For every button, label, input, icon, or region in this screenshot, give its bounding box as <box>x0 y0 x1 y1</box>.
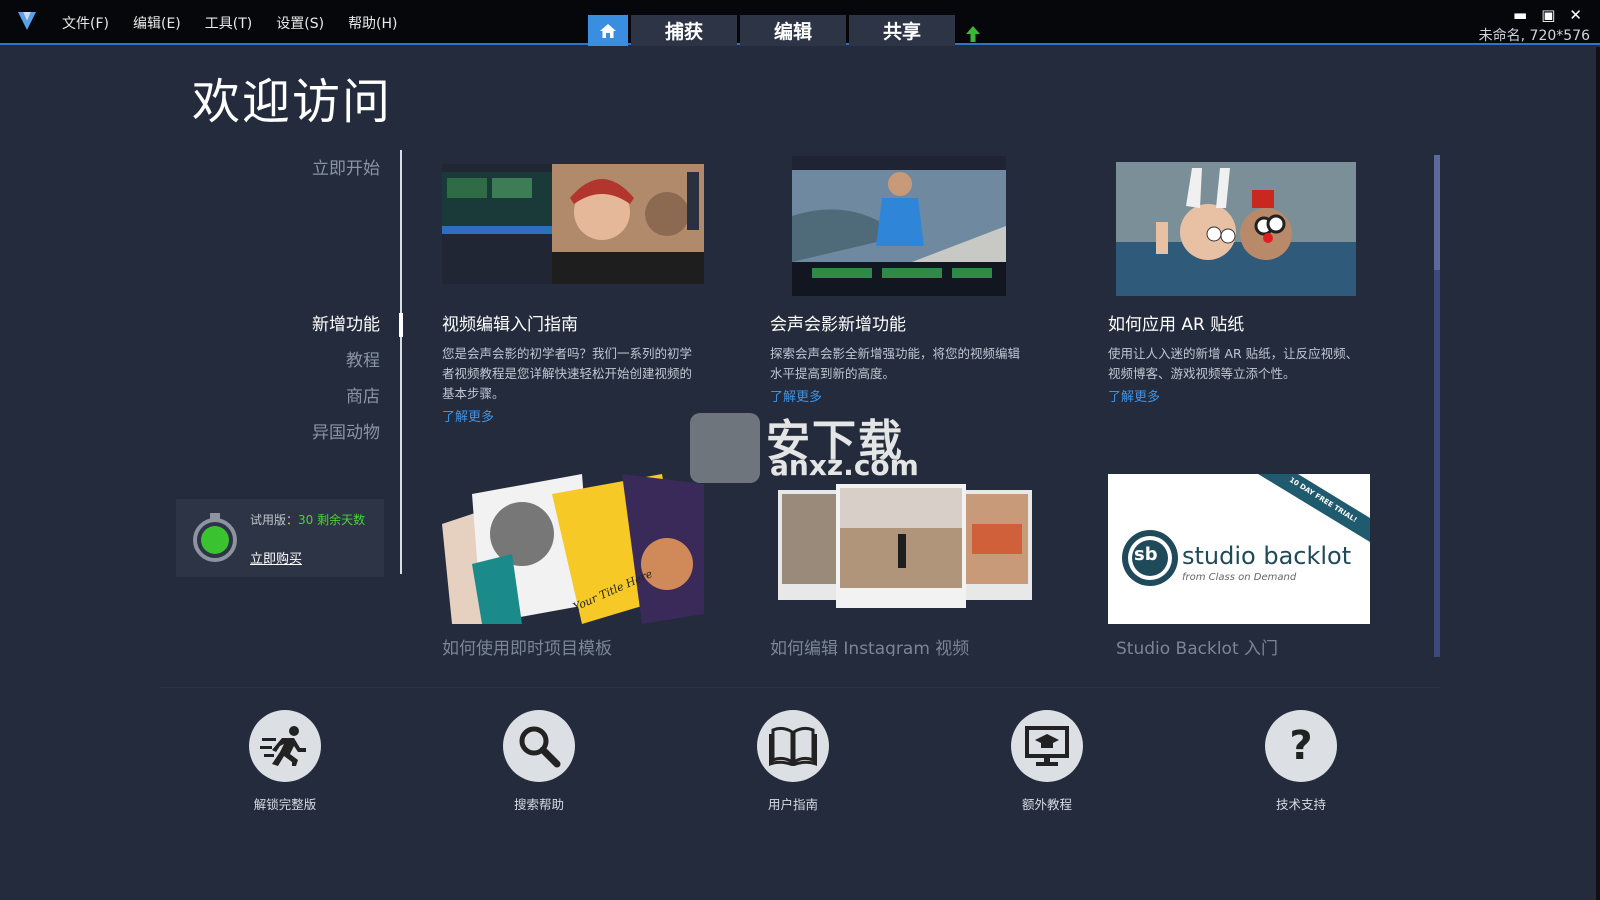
studio-backlot-sub: from Class on Demand <box>1182 572 1297 583</box>
card-description: 探索会声会影全新增强功能，将您的视频编辑水平提高到新的高度。 <box>770 346 1021 381</box>
menu-help[interactable]: 帮助(H) <box>348 13 397 33</box>
card-thumbnail[interactable] <box>1116 162 1356 296</box>
menu-tools[interactable]: 工具(T) <box>205 13 252 33</box>
tab-share[interactable]: 共享 <box>849 15 955 46</box>
tab-edit[interactable]: 编辑 <box>740 15 846 46</box>
card-description: 使用让人入迷的新增 AR 贴纸，让反应视频、视频博客、游戏视频等立添个性。 <box>1108 346 1359 381</box>
window-controls: ▬ ▣ ✕ <box>1513 6 1582 24</box>
card-thumbnail[interactable] <box>792 156 1006 296</box>
card-title[interactable]: 视频编辑入门指南 <box>442 310 578 335</box>
nav-item-tutorials[interactable]: 教程 <box>346 346 380 371</box>
learn-more-link[interactable]: 了解更多 <box>770 386 822 405</box>
search-help-button[interactable]: 搜索帮助 <box>479 710 599 813</box>
shortcut-label: 搜索帮助 <box>513 797 564 812</box>
tab-home[interactable] <box>588 15 628 46</box>
nav-item-get-started[interactable]: 立即开始 <box>312 154 380 179</box>
watermark-sub: anxz.com <box>770 449 919 482</box>
thumbnail-image <box>1116 162 1356 296</box>
learn-more-link[interactable]: 了解更多 <box>442 406 494 425</box>
card-title[interactable]: 会声会影新增功能 <box>770 310 906 335</box>
title-bar: 文件(F) 编辑(E) 工具(T) 设置(S) 帮助(H) 捕获 编辑 共享 ▬ <box>0 0 1600 46</box>
running-man-icon <box>249 710 321 782</box>
minimize-icon[interactable]: ▬ <box>1513 6 1527 24</box>
trial-label: 试用版： <box>250 513 299 527</box>
search-icon <box>503 710 575 782</box>
menu-bar: 文件(F) 编辑(E) 工具(T) 设置(S) 帮助(H) <box>62 13 422 33</box>
menu-edit[interactable]: 编辑(E) <box>133 13 181 33</box>
shortcut-label: 技术支持 <box>1275 797 1326 812</box>
content-area: 视频编辑入门指南 您是会声会影的初学者吗？我们一系列的初学者视频教程是您详解快速… <box>442 150 1432 656</box>
buy-now-link[interactable]: 立即购买 <box>250 548 302 567</box>
maximize-icon[interactable]: ▣ <box>1541 6 1555 24</box>
app-logo-icon <box>18 12 36 30</box>
nav-item-exotic-animals[interactable]: 异国动物 <box>312 418 380 443</box>
shortcut-label: 额外教程 <box>1021 797 1072 812</box>
watermark-bag-icon <box>690 413 760 483</box>
arrow-up-icon <box>966 26 980 42</box>
content-scrollbar[interactable] <box>1434 155 1440 657</box>
card-thumbnail[interactable] <box>442 164 704 284</box>
menu-file[interactable]: 文件(F) <box>62 13 109 33</box>
scrollbar-thumb[interactable] <box>1434 155 1440 270</box>
user-guide-button[interactable]: 用户指南 <box>733 710 853 813</box>
card-title[interactable]: Studio Backlot 入门 <box>1116 634 1278 656</box>
card-thumbnail[interactable]: Your Title Here <box>442 474 704 624</box>
tech-support-button[interactable]: ? 技术支持 <box>1241 710 1361 813</box>
thumbnail-image <box>778 484 1032 608</box>
trial-status: 试用版：30 剩余天数 <box>250 513 376 528</box>
project-info: 未命名, 720*576 <box>1478 28 1590 44</box>
upload-button[interactable] <box>958 15 988 46</box>
nav-item-whats-new[interactable]: 新增功能 <box>312 310 380 335</box>
card-thumbnail[interactable]: sb studio backlot from Class on Demand 1… <box>1108 474 1370 624</box>
book-icon <box>757 710 829 782</box>
thumbnail-image <box>792 156 1006 296</box>
card-title[interactable]: 如何应用 AR 贴纸 <box>1108 310 1244 335</box>
stopwatch-icon <box>193 513 237 562</box>
question-icon: ? <box>1265 710 1337 782</box>
workspace-tabs: 捕获 编辑 共享 <box>588 15 988 46</box>
watermark: 安下载 anxz.com <box>690 405 919 485</box>
sb-monogram: sb <box>1134 544 1158 565</box>
tab-capture[interactable]: 捕获 <box>631 15 737 46</box>
nav-item-store[interactable]: 商店 <box>346 382 380 407</box>
learn-more-link[interactable]: 了解更多 <box>1108 386 1160 405</box>
close-icon[interactable]: ✕ <box>1569 6 1582 24</box>
trial-days: 30 剩余天数 <box>298 513 366 527</box>
app-window: 文件(F) 编辑(E) 工具(T) 设置(S) 帮助(H) 捕获 编辑 共享 ▬ <box>0 0 1600 900</box>
home-icon <box>600 23 616 38</box>
trial-panel: 试用版：30 剩余天数 立即购买 <box>176 499 384 577</box>
bottom-shortcuts: 解锁完整版 搜索帮助 用户指南 额外教程 ? 技术支持 <box>0 710 1600 830</box>
thumbnail-image <box>442 164 704 284</box>
shortcut-label: 解锁完整版 <box>253 797 317 812</box>
card-description: 您是会声会影的初学者吗？我们一系列的初学者视频教程是您详解快速轻松开始创建视频的… <box>442 346 693 401</box>
shortcut-label: 用户指南 <box>767 797 818 812</box>
studio-backlot-logo: studio backlot <box>1182 542 1352 570</box>
divider <box>160 687 1440 688</box>
window-edge <box>1596 47 1600 900</box>
page-title: 欢迎访问 <box>192 74 393 130</box>
monitor-graduation-icon <box>1011 710 1083 782</box>
active-indicator <box>399 313 403 337</box>
extra-tutorials-button[interactable]: 额外教程 <box>987 710 1107 813</box>
card-title[interactable]: 如何使用即时项目模板 <box>442 634 612 656</box>
card-thumbnail[interactable] <box>778 484 1038 624</box>
card-title[interactable]: 如何编辑 Instagram 视频 <box>770 634 969 656</box>
unlock-full-button[interactable]: 解锁完整版 <box>225 710 345 813</box>
menu-settings[interactable]: 设置(S) <box>276 13 324 33</box>
